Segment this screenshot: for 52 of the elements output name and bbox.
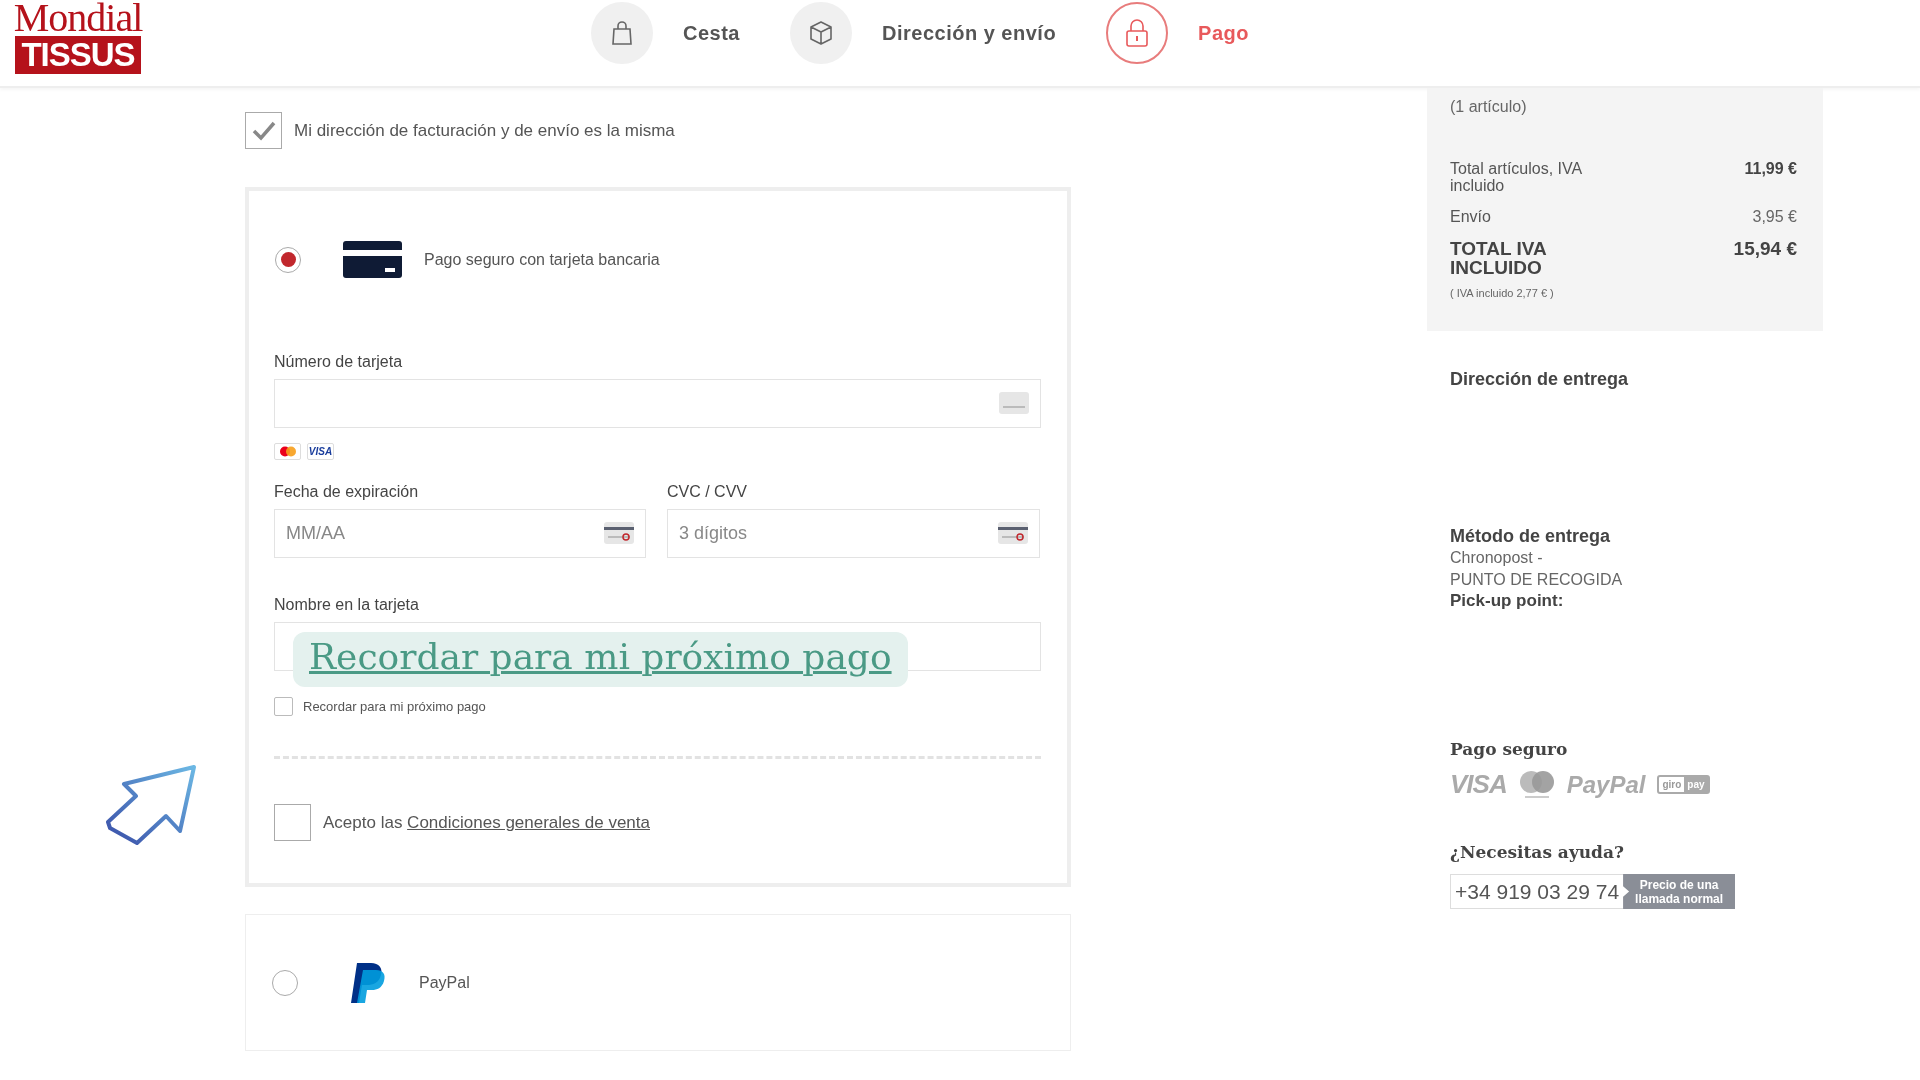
checkbox[interactable] [245, 112, 282, 149]
logo-text: TISSUS [15, 36, 141, 74]
input-field[interactable]: 3 dígitos [667, 509, 1040, 558]
input-field[interactable] [274, 379, 1041, 428]
section-title: Método de entrega [1450, 526, 1611, 547]
radio-button[interactable] [275, 246, 301, 273]
field-label: Nombre en la tarjeta [274, 596, 420, 614]
field-label: Número de tarjeta [274, 353, 404, 371]
card-icon [604, 522, 634, 544]
card-icon [998, 522, 1028, 544]
summary-value: 15,94 € [1733, 239, 1797, 261]
delivery-method-text: PUNTO DE RECOGIDA [1450, 570, 1624, 590]
input-field[interactable]: MM/AA [274, 509, 646, 558]
radio-button[interactable] [272, 969, 298, 996]
logo-text: Mondial [13, 0, 143, 36]
field-label: CVC / CVV [667, 483, 748, 501]
payment-method-label: PayPal [419, 973, 470, 992]
paypal-logo: PayPal [1566, 770, 1646, 799]
section-title: Pago seguro [1450, 739, 1569, 759]
checkmark-icon [250, 119, 277, 142]
terms-text: Acepto las Condiciones generales de venta [323, 812, 650, 833]
checkbox-label: Recordar para mi próximo pago [303, 699, 486, 714]
terms-link[interactable]: Condiciones generales de venta [407, 812, 650, 832]
summary-label: Total artículos, IVA incluido [1450, 160, 1583, 194]
visa-logo: VISA [1450, 769, 1507, 800]
card-icon [999, 392, 1029, 414]
summary-value: 3,95 € [1752, 208, 1797, 225]
section-title: ¿Necesitas ayuda? [1450, 842, 1625, 862]
checkbox[interactable] [274, 804, 311, 841]
credit-card-icon [343, 241, 402, 278]
summary-label: TOTAL IVA INCLUIDO [1450, 239, 1548, 277]
price-note-tag: Precio de una llamada normal [1623, 874, 1736, 909]
paypal-icon [349, 960, 387, 1005]
field-label: Fecha de expiración [274, 483, 420, 501]
tooltip: Recordar para mi próximo pago [293, 632, 908, 687]
vat-note: ( IVA incluido 2,77 € ) [1450, 287, 1555, 299]
giropay-logo: giro pay [1657, 775, 1710, 794]
mastercard-icon [1518, 769, 1555, 800]
mastercard-icon [274, 443, 301, 460]
checkbox[interactable] [274, 697, 293, 716]
delivery-method-text: Chronopost - [1450, 548, 1544, 568]
item-count: (1 artículo) [1450, 98, 1528, 116]
phone-number[interactable]: +34 919 03 29 74 [1450, 874, 1624, 909]
checkbox-label: Mi dirección de facturación y de envío es la misma [294, 120, 675, 141]
checkout-step[interactable]: Dirección y envío [790, 2, 1057, 64]
section-title: Dirección de entrega [1450, 369, 1630, 390]
checkout-step[interactable]: Cesta [591, 2, 740, 64]
pickup-label: Pick-up point: [1450, 591, 1565, 611]
visa-logo: VISA [307, 443, 334, 460]
summary-label: Envío [1450, 208, 1492, 225]
summary-value: 11,99 € [1744, 160, 1797, 179]
payment-method-label: Pago seguro con tarjeta bancaria [424, 250, 660, 269]
